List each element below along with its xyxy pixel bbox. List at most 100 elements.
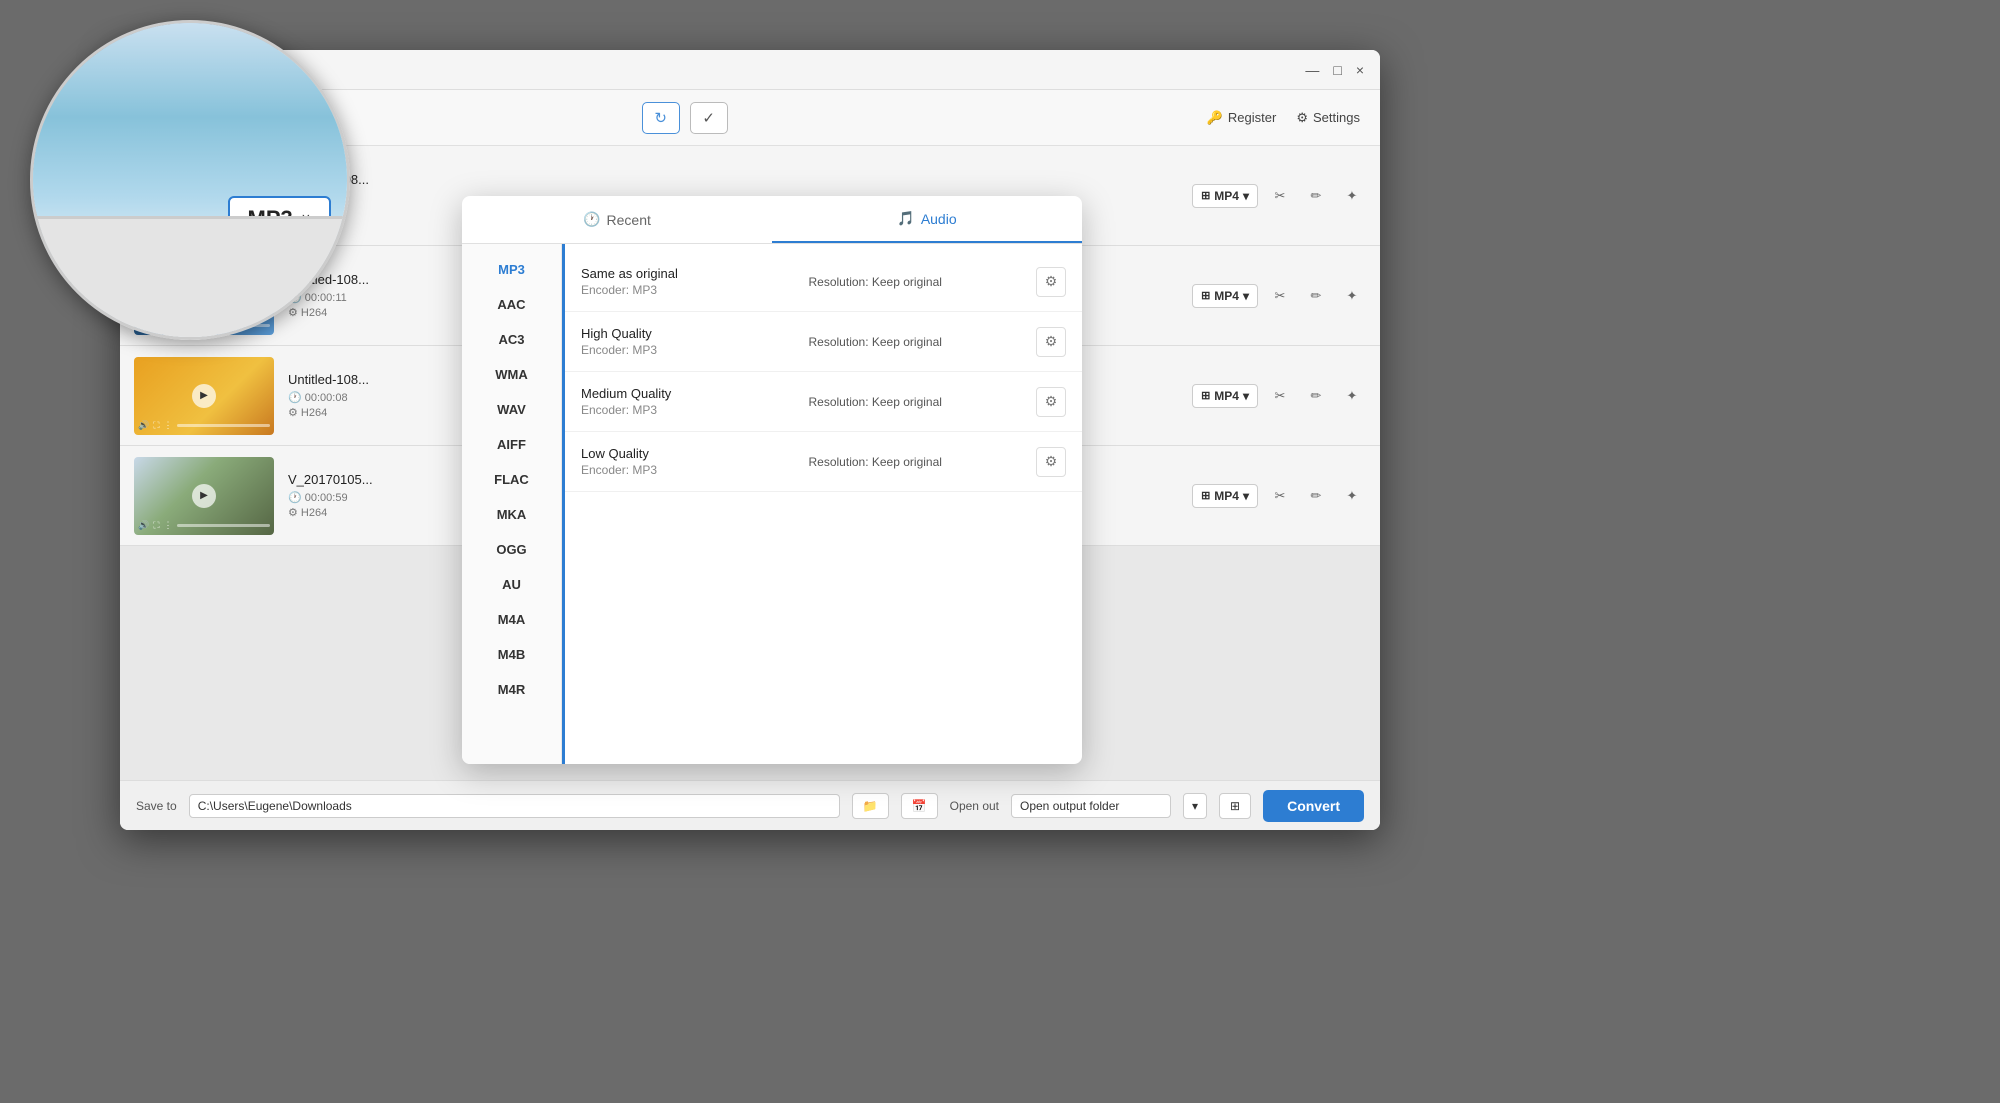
format-list-item[interactable]: OGG <box>462 532 561 567</box>
edit-icon[interactable]: ✏ <box>1302 482 1330 510</box>
clock-icon: 🕐 <box>583 211 600 228</box>
format-label: MP4 <box>1214 289 1239 303</box>
save-path[interactable]: C:\Users\Eugene\Downloads <box>189 794 840 818</box>
quality-resolution: Resolution: Keep original <box>809 455 1037 469</box>
grid-icon: ⊞ <box>1201 289 1210 302</box>
cut-icon[interactable]: ✂ <box>1266 482 1294 510</box>
format-list-item[interactable]: AAC <box>462 287 561 322</box>
format-list-item[interactable]: WAV <box>462 392 561 427</box>
output-format-badge[interactable]: ⊞ MP4 ▾ <box>1192 384 1258 408</box>
format-list-item[interactable]: MP3 <box>462 252 561 287</box>
quality-encoder: Encoder: MP3 <box>581 403 809 417</box>
quality-name: High Quality <box>581 326 809 341</box>
edit-icon[interactable]: ✏ <box>1302 182 1330 210</box>
format-list-item[interactable]: M4A <box>462 602 561 637</box>
quality-item[interactable]: Same as original Encoder: MP3 Resolution… <box>565 252 1082 312</box>
file-actions: ⊞ MP4 ▾ ✂ ✏ ✦ <box>1192 382 1366 410</box>
format-label: MP4 <box>1214 389 1239 403</box>
quality-info: Medium Quality Encoder: MP3 <box>581 386 809 417</box>
quality-item[interactable]: Low Quality Encoder: MP3 Resolution: Kee… <box>565 432 1082 492</box>
format-list-item[interactable]: MKA <box>462 497 561 532</box>
quality-encoder: Encoder: MP3 <box>581 343 809 357</box>
progress-bar <box>177 424 270 427</box>
calendar-icon: 📅 <box>912 799 927 813</box>
calendar-icon-button[interactable]: 📅 <box>901 793 938 819</box>
quality-encoder: Encoder: MP3 <box>581 283 809 297</box>
quality-resolution: Resolution: Keep original <box>809 275 1037 289</box>
recent-tab-label: Recent <box>607 212 651 228</box>
cut-icon[interactable]: ✂ <box>1266 382 1294 410</box>
format-list-item[interactable]: FLAC <box>462 462 561 497</box>
wand-icon[interactable]: ✦ <box>1338 282 1366 310</box>
format-list-item[interactable]: M4B <box>462 637 561 672</box>
audio-tab-label: Audio <box>921 211 957 227</box>
grid-icon: ⊞ <box>1201 389 1210 402</box>
quality-info: Same as original Encoder: MP3 <box>581 266 809 297</box>
refresh-button[interactable]: ↻ <box>642 102 680 134</box>
refresh-icon: ↻ <box>654 109 667 127</box>
quality-info: High Quality Encoder: MP3 <box>581 326 809 357</box>
quality-settings-button[interactable]: ⚙ <box>1036 447 1066 477</box>
open-output-folder[interactable]: Open output folder <box>1011 794 1171 818</box>
format-list-item[interactable]: M4R <box>462 672 561 707</box>
format-list-item[interactable]: WMA <box>462 357 561 392</box>
settings-label: Settings <box>1313 110 1360 125</box>
key-icon: 🔑 <box>1207 110 1223 126</box>
more-icon: ⋮ <box>164 420 173 431</box>
fullscreen-icon: ⛶ <box>153 420 159 431</box>
wand-icon[interactable]: ✦ <box>1338 382 1366 410</box>
window-controls: — □ × <box>1305 62 1364 78</box>
format-list-item[interactable]: AIFF <box>462 427 561 462</box>
quality-settings-button[interactable]: ⚙ <box>1036 387 1066 417</box>
folder-button[interactable]: 📁 <box>852 793 889 819</box>
close-button[interactable]: × <box>1356 62 1364 78</box>
tab-audio[interactable]: 🎵 Audio <box>772 196 1082 243</box>
format-list-item[interactable]: AC3 <box>462 322 561 357</box>
minimize-button[interactable]: — <box>1305 62 1319 78</box>
format-list: MP3AACAC3WMAWAVAIFFFLACMKAOGGAUM4AM4BM4R <box>462 244 562 764</box>
edit-icon[interactable]: ✏ <box>1302 382 1330 410</box>
play-button[interactable]: ▶ <box>192 484 216 508</box>
quality-settings-button[interactable]: ⚙ <box>1036 267 1066 297</box>
dropdown-chevron: ▾ <box>1243 289 1249 303</box>
settings-icon: ⚙ <box>1296 110 1308 126</box>
settings-button[interactable]: ⚙ Settings <box>1296 110 1360 126</box>
check-button[interactable]: ✓ <box>690 102 728 134</box>
cut-icon[interactable]: ✂ <box>1266 282 1294 310</box>
quality-name: Medium Quality <box>581 386 809 401</box>
tab-recent[interactable]: 🕐 Recent <box>462 196 772 243</box>
dropdown-button[interactable]: ▾ <box>1183 793 1207 819</box>
format-dropdown-modal: 🕐 Recent 🎵 Audio MP3AACAC3WMAWAVAIFFFLAC… <box>462 196 1082 764</box>
format-list-item[interactable]: AU <box>462 567 561 602</box>
wand-icon[interactable]: ✦ <box>1338 182 1366 210</box>
wand-icon[interactable]: ✦ <box>1338 482 1366 510</box>
quality-list: Same as original Encoder: MP3 Resolution… <box>565 244 1082 764</box>
folder-icon: 📁 <box>863 799 878 813</box>
dropdown-chevron: ▾ <box>1243 189 1249 203</box>
convert-button[interactable]: Convert <box>1263 790 1364 822</box>
modal-body: MP3AACAC3WMAWAVAIFFFLACMKAOGGAUM4AM4BM4R… <box>462 244 1082 764</box>
register-button[interactable]: 🔑 Register <box>1207 110 1277 126</box>
cut-icon[interactable]: ✂ <box>1266 182 1294 210</box>
output-format-badge[interactable]: ⊞ MP4 ▾ <box>1192 484 1258 508</box>
edit-icon[interactable]: ✏ <box>1302 282 1330 310</box>
grid-icon: ⊞ <box>1201 489 1210 502</box>
save-to-label: Save to <box>136 799 177 813</box>
maximize-button[interactable]: □ <box>1333 62 1341 78</box>
quality-item[interactable]: Medium Quality Encoder: MP3 Resolution: … <box>565 372 1082 432</box>
check-icon: ✓ <box>702 109 715 127</box>
output-format-badge[interactable]: ⊞ MP4 ▾ <box>1192 284 1258 308</box>
register-label: Register <box>1228 110 1276 125</box>
output-format-badge[interactable]: ⊞ MP4 ▾ <box>1192 184 1258 208</box>
dropdown-chevron: ▾ <box>1243 489 1249 503</box>
grid-button[interactable]: ⊞ <box>1219 793 1251 819</box>
quality-settings-button[interactable]: ⚙ <box>1036 327 1066 357</box>
quality-name: Low Quality <box>581 446 809 461</box>
modal-tabs: 🕐 Recent 🎵 Audio <box>462 196 1082 244</box>
quality-item[interactable]: High Quality Encoder: MP3 Resolution: Ke… <box>565 312 1082 372</box>
quality-info: Low Quality Encoder: MP3 <box>581 446 809 477</box>
play-button[interactable]: ▶ <box>192 384 216 408</box>
volume-icon: 🔊 <box>138 520 149 531</box>
toolbar-center: ↻ ✓ <box>642 102 728 134</box>
quality-resolution: Resolution: Keep original <box>809 395 1037 409</box>
